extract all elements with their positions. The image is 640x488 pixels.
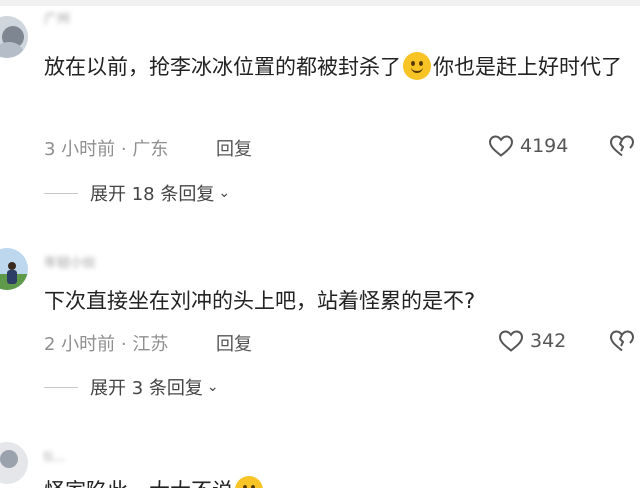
like-count: 342 [530, 330, 567, 352]
broken-heart-icon [609, 135, 635, 157]
avatar[interactable] [0, 16, 28, 58]
divider-dash [44, 386, 78, 388]
username[interactable]: ti... [44, 450, 65, 465]
broken-heart-icon [609, 330, 635, 352]
heart-outline-icon [498, 330, 524, 352]
comment-text-part: 你也是赶上好时代了 [433, 55, 622, 79]
smile-emoji-icon [235, 476, 263, 488]
comment-text-part: 怪家陷此，大大不说 [44, 479, 233, 488]
comment-text: 怪家陷此，大大不说 [44, 472, 624, 488]
expand-replies-label: 展开 3 条回复 [90, 378, 203, 399]
username[interactable]: 年轻小伙 [44, 252, 96, 271]
dislike-button[interactable] [608, 134, 636, 162]
comment-meta: 2 小时前 · 江苏 [44, 334, 169, 355]
heart-outline-icon [488, 135, 514, 157]
dislike-button[interactable] [608, 329, 636, 357]
chevron-down-icon: ⌄ [206, 379, 219, 395]
avatar[interactable] [0, 248, 28, 290]
like-count: 4194 [520, 135, 569, 157]
expand-replies-button[interactable]: 展开 3 条回复 ⌄ [44, 374, 219, 400]
chevron-down-icon: ⌄ [218, 185, 231, 201]
avatar[interactable] [0, 442, 28, 484]
like-button[interactable]: 342 [498, 329, 566, 353]
reply-button[interactable]: 回复 [216, 135, 252, 161]
comment-text: 放在以前，抢李冰冰位置的都被封杀了 你也是赶上好时代了 [44, 48, 624, 86]
like-button[interactable]: 4194 [488, 134, 568, 158]
comment-item: 广州 放在以前，抢李冰冰位置的都被封杀了 你也是赶上好时代了 3 小时前 · 广东… [0, 0, 640, 240]
username[interactable]: 广州 [44, 8, 70, 27]
comment-item: 年轻小伙 下次直接坐在刘冲的头上吧，站着怪累的是不? 2 小时前 · 江苏 回复… [0, 240, 640, 440]
smile-emoji-icon [403, 52, 431, 80]
comment-text-part: 放在以前，抢李冰冰位置的都被封杀了 [44, 55, 401, 79]
comment-meta: 3 小时前 · 广东 [44, 139, 169, 160]
comment-text: 下次直接坐在刘冲的头上吧，站着怪累的是不? [44, 289, 476, 313]
comment-item: ti... 怪家陷此，大大不说 [0, 440, 640, 488]
divider-dash [44, 192, 78, 194]
expand-replies-label: 展开 18 条回复 [90, 184, 215, 205]
reply-button[interactable]: 回复 [216, 330, 252, 356]
expand-replies-button[interactable]: 展开 18 条回复 ⌄ [44, 180, 230, 206]
